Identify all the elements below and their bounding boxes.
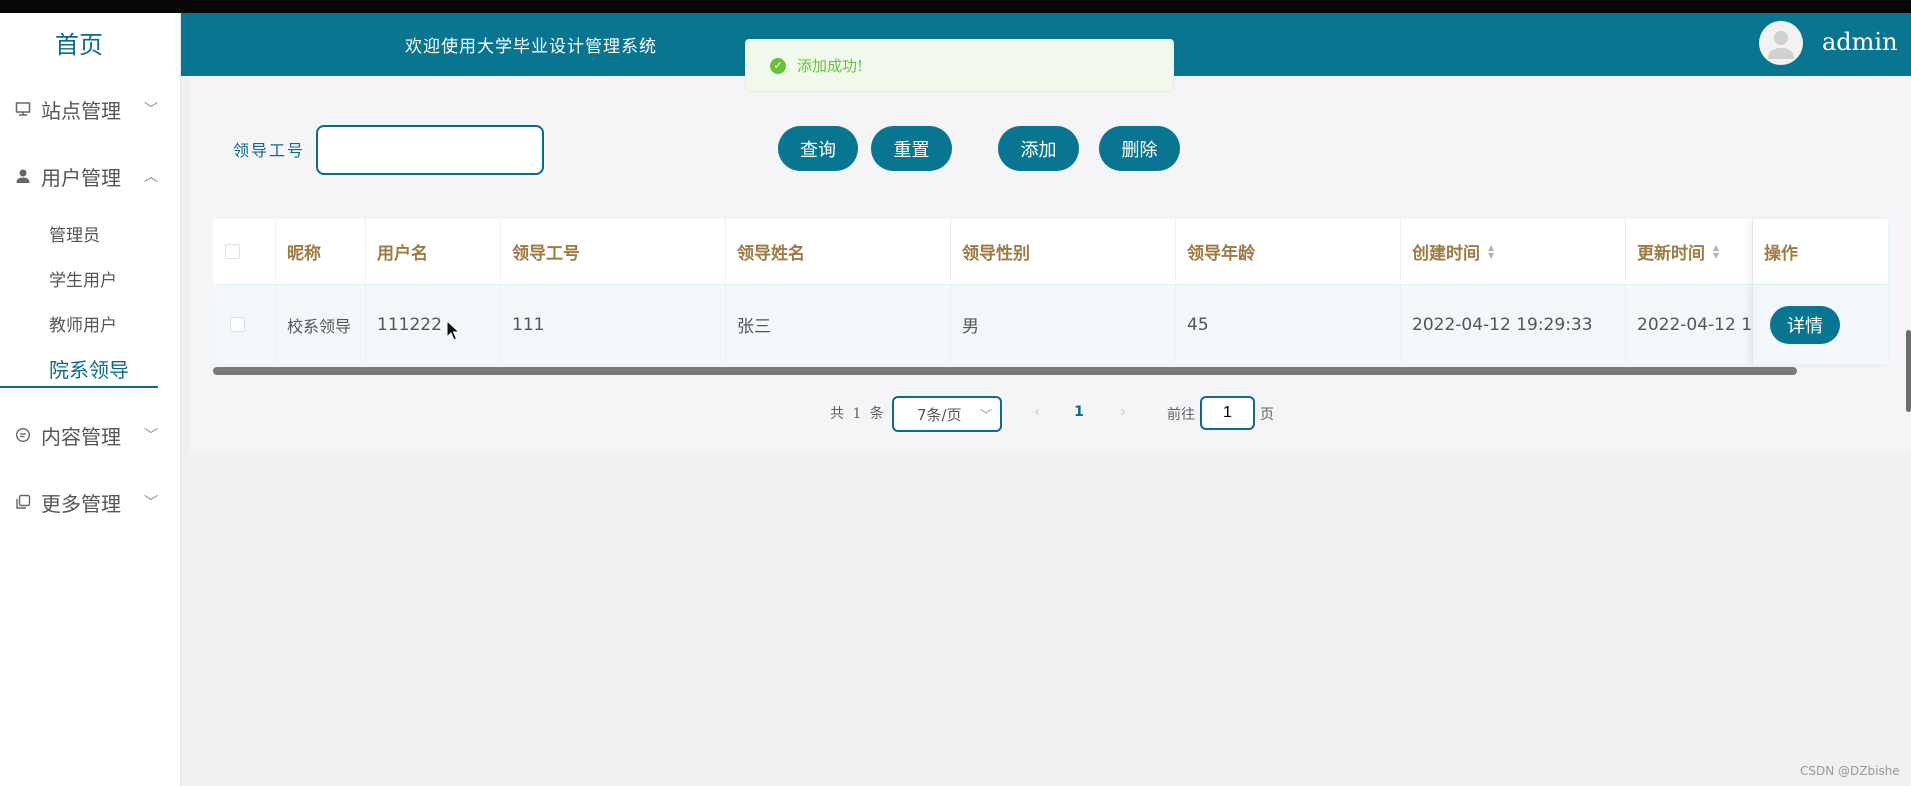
detail-button[interactable]: 详情 xyxy=(1770,305,1840,344)
active-indicator xyxy=(0,386,158,388)
header-nickname: 昵称 xyxy=(276,219,366,285)
chevron-down-icon: ﹀ xyxy=(144,102,158,118)
prev-page-button[interactable]: ‹ xyxy=(1019,395,1055,429)
select-all-cell xyxy=(213,219,276,285)
copy-icon xyxy=(14,493,32,511)
header-age: 领导年龄 xyxy=(1176,219,1401,285)
table-horizontal-scrollbar[interactable] xyxy=(213,367,1797,375)
cell-leader-name: 张三 xyxy=(726,285,951,365)
header-username: 用户名 xyxy=(366,219,501,285)
chat-icon xyxy=(14,426,32,444)
top-strip xyxy=(0,0,1911,13)
next-page-button[interactable]: › xyxy=(1105,395,1141,429)
chevron-up-icon: ︿ xyxy=(144,169,158,185)
header-updated-time[interactable]: 更新时间 ▲ ▼ xyxy=(1626,219,1753,285)
page-vertical-scrollbar[interactable] xyxy=(1906,330,1911,412)
check-circle-icon: ✓ xyxy=(770,57,786,74)
user-icon xyxy=(14,167,32,185)
add-button[interactable]: 添加 xyxy=(998,126,1079,171)
header-action: 操作 xyxy=(1753,219,1889,285)
leader-no-search-input[interactable] xyxy=(316,125,544,175)
pagination-total: 共 1 条 xyxy=(830,406,886,422)
mouse-cursor-icon xyxy=(446,320,460,341)
header-created-time[interactable]: 创建时间 ▲ ▼ xyxy=(1401,219,1626,285)
search-label: 领导工号 xyxy=(233,141,306,160)
table-row: 校系领导 111222 111 张三 男 45 2022-04-12 19:29… xyxy=(213,285,1889,365)
header-label: 更新时间 xyxy=(1637,244,1705,264)
avatar[interactable] xyxy=(1759,21,1803,65)
sidebar-item-label: 内容管理 xyxy=(41,424,121,449)
leaders-table: 昵称 用户名 领导工号 领导姓名 领导性别 领导年龄 创建时间 ▲ ▼ 更新时间 … xyxy=(213,219,1889,365)
row-select-cell xyxy=(213,285,276,365)
page-size-value: 7条/页 xyxy=(917,405,962,424)
table-header: 昵称 用户名 领导工号 领导姓名 领导性别 领导年龄 创建时间 ▲ ▼ 更新时间 … xyxy=(213,219,1889,285)
chevron-down-icon: ﹀ xyxy=(979,408,992,422)
goto-label: 前往 xyxy=(1167,407,1195,423)
sidebar-home[interactable]: 首页 xyxy=(0,25,158,60)
cell-gender: 男 xyxy=(951,285,1176,365)
header-gender: 领导性别 xyxy=(951,219,1176,285)
header-leader-no: 领导工号 xyxy=(501,219,726,285)
page-size-select[interactable]: 7条/页 ﹀ xyxy=(892,396,1002,432)
cell-leader-no: 111 xyxy=(501,285,726,365)
chevron-left-icon: ‹ xyxy=(1034,404,1040,420)
chevron-right-icon: › xyxy=(1120,404,1126,420)
cell-nickname: 校系领导 xyxy=(276,285,366,365)
header-label: 创建时间 xyxy=(1412,244,1480,264)
query-button[interactable]: 查询 xyxy=(778,126,858,171)
reset-button[interactable]: 重置 xyxy=(871,126,952,171)
sort-icon[interactable]: ▲ ▼ xyxy=(1488,243,1494,260)
cell-created-time: 2022-04-12 19:29:33 xyxy=(1401,285,1626,365)
sidebar-item-label: 更多管理 xyxy=(41,491,121,516)
sidebar-item-label: 用户管理 xyxy=(41,165,121,190)
page-number-1[interactable]: 1 xyxy=(1061,395,1097,429)
sidebar-item-site-management[interactable]: 站点管理 ﹀ xyxy=(0,89,181,129)
submenu-admins[interactable]: 管理员 xyxy=(49,221,100,246)
watermark: CSDN @DZbishe xyxy=(1800,764,1900,778)
header-leader-name: 领导姓名 xyxy=(726,219,951,285)
submenu-teachers[interactable]: 教师用户 xyxy=(49,311,117,336)
page-suffix: 页 xyxy=(1260,407,1274,423)
cell-action: 详情 xyxy=(1753,285,1889,365)
chevron-down-icon: ﹀ xyxy=(144,495,158,511)
cell-username: 111222 xyxy=(366,285,501,365)
submenu-department-leaders[interactable]: 院系领导 xyxy=(49,354,129,383)
sidebar: 首页 站点管理 ﹀ 用户管理 ︿ 管理员 学生用户 教师用户 院系领导 内容管理… xyxy=(0,13,181,786)
sidebar-item-user-management[interactable]: 用户管理 ︿ xyxy=(0,156,181,196)
chevron-down-icon: ﹀ xyxy=(144,428,158,444)
success-toast: ✓ 添加成功! xyxy=(745,39,1174,92)
cell-age: 45 xyxy=(1176,285,1401,365)
username[interactable]: admin xyxy=(1822,28,1898,56)
sidebar-item-content-management[interactable]: 内容管理 ﹀ xyxy=(0,415,181,455)
goto-page-input[interactable] xyxy=(1200,396,1255,430)
delete-button[interactable]: 删除 xyxy=(1099,126,1180,171)
sort-icon[interactable]: ▲ ▼ xyxy=(1713,243,1719,260)
monitor-icon xyxy=(14,100,32,118)
row-checkbox[interactable] xyxy=(230,317,245,332)
cell-updated-time: 2022-04-12 19:29:33 xyxy=(1626,285,1753,365)
select-all-checkbox[interactable] xyxy=(225,244,240,259)
sidebar-item-more-management[interactable]: 更多管理 ﹀ xyxy=(0,482,181,522)
welcome-text: 欢迎使用大学毕业设计管理系统 xyxy=(405,37,657,57)
sidebar-item-label: 站点管理 xyxy=(41,98,121,123)
toast-message: 添加成功! xyxy=(797,57,864,75)
submenu-students[interactable]: 学生用户 xyxy=(49,266,117,291)
